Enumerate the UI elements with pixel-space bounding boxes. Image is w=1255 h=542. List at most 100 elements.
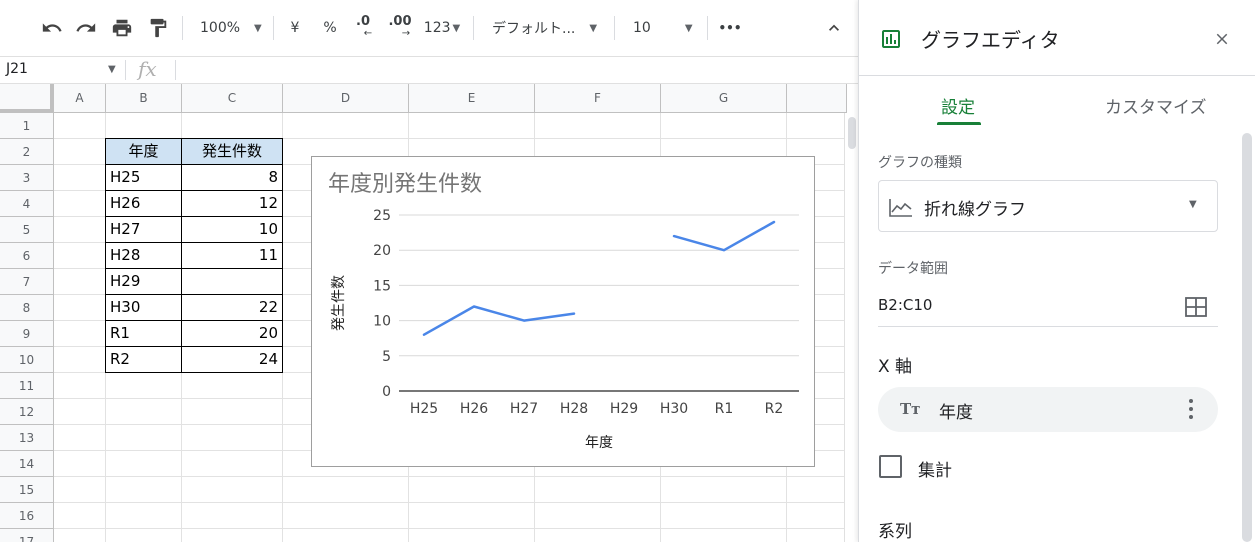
font-size-select[interactable]: 10 ▼ [625,14,701,42]
row-header-15[interactable]: 15 [0,477,54,503]
table-cell-year[interactable]: H29 [106,269,182,295]
select-all-corner[interactable] [0,84,54,113]
row-header-13[interactable]: 13 [0,425,54,451]
row-header-8[interactable]: 8 [0,295,54,321]
vertical-scrollbar[interactable] [844,113,858,542]
decrease-decimal-label: .0 [356,14,370,29]
toolbar-divider [614,16,615,40]
table-cell-count[interactable]: 10 [182,217,283,243]
toolbar-divider [473,16,474,40]
x-axis-value: 年度 [939,403,973,423]
row-header-9[interactable]: 9 [0,321,54,347]
print-button[interactable] [108,14,136,42]
row-header-10[interactable]: 10 [0,347,54,373]
collapse-toolbar-button[interactable] [820,14,848,42]
gridline [54,502,844,503]
aggregate-label: 集計 [918,461,952,481]
x-axis-chip[interactable]: Tт 年度 [878,387,1218,432]
decrease-decimal-button[interactable]: .0 ← [350,14,376,42]
table-cell-count[interactable]: 11 [182,243,283,269]
toolbar-divider [182,16,183,40]
chart-type-select[interactable]: 折れ線グラフ ▼ [878,180,1218,232]
fx-icon: fx [138,57,157,81]
data-range-input[interactable]: B2:C10 [878,296,932,314]
table-cell-year[interactable]: H30 [106,295,182,321]
row-header-14[interactable]: 14 [0,451,54,477]
table-cell-year[interactable]: H26 [106,191,182,217]
y-tick-label: 15 [373,278,391,294]
arrow-right-icon: → [401,28,411,39]
chart-editor-panel: グラフエディタ 設定 カスタマイズ グラフの種類 折れ線グラフ ▼ データ範囲 … [858,0,1255,542]
row-header-6[interactable]: 6 [0,243,54,269]
row-header-17[interactable]: 17 [0,529,54,542]
table-cell-count[interactable]: 20 [182,321,283,347]
font-select[interactable]: デフォルト... ▼ [484,14,606,42]
row-header-5[interactable]: 5 [0,217,54,243]
more-vert-icon[interactable] [1188,397,1194,421]
text-type-icon: Tт [900,400,921,418]
tab-customize[interactable]: カスタマイズ [1105,93,1207,118]
table-cell-count[interactable]: 22 [182,295,283,321]
table-cell-year[interactable]: R2 [106,347,182,373]
number-format-select[interactable]: 123 ▼ [420,14,464,42]
dropdown-arrow-icon: ▼ [1189,199,1197,210]
percent-format-button[interactable]: % [318,14,342,42]
row-header-3[interactable]: 3 [0,165,54,191]
chevron-down-icon: ▼ [452,22,461,34]
column-header-c[interactable]: C [182,84,283,113]
data-range-label: データ範囲 [878,261,948,277]
close-icon[interactable] [1213,30,1231,48]
column-header-d[interactable]: D [283,84,409,113]
line-chart[interactable]: 年度別発生件数 0 5 10 15 20 25 H25 H26 H27 H28 H29 H30 R1 R2 年… [311,156,815,467]
table-cell-count[interactable]: 24 [182,347,283,373]
row-header-2[interactable]: 2 [0,139,54,165]
series-section-title: 系列 [878,522,912,542]
font-value: デフォルト... [492,21,576,37]
undo-button[interactable] [38,14,66,42]
editor-scrollbar[interactable] [1242,133,1252,542]
column-header-e[interactable]: E [409,84,535,113]
row-header-16[interactable]: 16 [0,503,54,529]
name-box[interactable]: J21 ▼ [0,57,125,83]
column-header-h[interactable] [787,84,847,113]
increase-decimal-button[interactable]: .00 → [385,14,415,42]
column-header-a[interactable]: A [54,84,106,113]
scrollbar-thumb[interactable] [848,117,856,149]
column-header-b[interactable]: B [106,84,182,113]
table-cell-year[interactable]: R1 [106,321,182,347]
currency-format-button[interactable]: ¥ [283,14,307,42]
x-axis-section-title: X 軸 [878,357,913,377]
redo-button[interactable] [72,14,100,42]
table-cell-year[interactable]: H28 [106,243,182,269]
grid-select-icon[interactable] [1185,297,1207,317]
row-header-7[interactable]: 7 [0,269,54,295]
aggregate-checkbox[interactable] [879,455,902,478]
paint-format-button[interactable] [144,14,172,42]
table-cell-year[interactable]: H25 [106,165,182,191]
tab-setup[interactable]: 設定 [941,93,975,118]
chart-icon [882,30,900,48]
table-header-year[interactable]: 年度 [106,139,182,165]
column-header-g[interactable]: G [661,84,787,113]
table-cell-count[interactable]: 12 [182,191,283,217]
gridline [54,528,844,529]
table-cell-count[interactable]: 8 [182,165,283,191]
chevron-up-icon [829,24,839,31]
table-cell-count[interactable] [182,269,283,295]
line-chart-icon [889,199,912,217]
y-tick-label: 10 [373,314,391,330]
zoom-value: 100% [200,20,241,36]
zoom-select[interactable]: 100% ▼ [192,14,266,42]
row-header-4[interactable]: 4 [0,191,54,217]
font-size-value: 10 [633,20,651,36]
row-header-1[interactable]: 1 [0,113,54,139]
table-header-count[interactable]: 発生件数 [182,139,283,165]
row-header-12[interactable]: 12 [0,399,54,425]
chart-type-value: 折れ線グラフ [924,200,1026,220]
table-cell-year[interactable]: H27 [106,217,182,243]
y-tick-label: 0 [382,384,391,400]
more-options-button[interactable]: ••• [716,14,744,42]
column-header-f[interactable]: F [535,84,661,113]
row-header-11[interactable]: 11 [0,373,54,399]
chart-title: 年度別発生件数 [328,172,482,197]
